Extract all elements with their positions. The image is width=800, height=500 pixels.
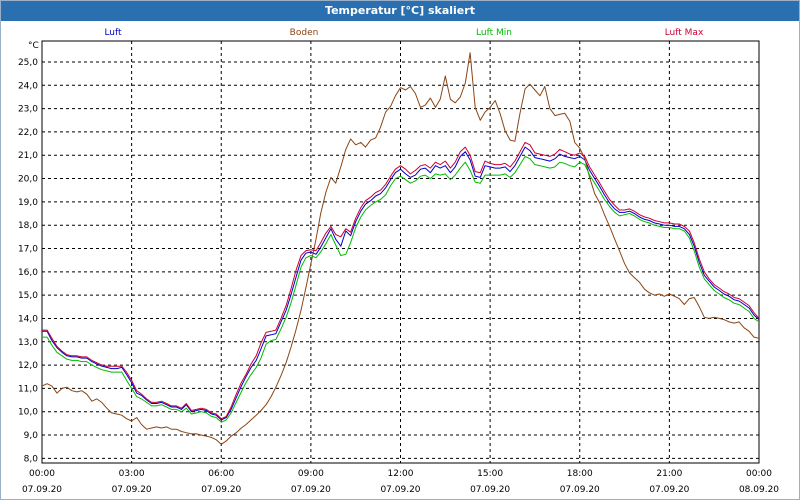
x-tick-time-label: 00:00 xyxy=(29,469,55,479)
y-tick-label: 20,0 xyxy=(18,175,38,185)
x-tick-date-label: 07.09.20 xyxy=(380,485,420,495)
grid-lines xyxy=(41,41,760,463)
x-tick-date-label: 08.09.20 xyxy=(739,485,779,495)
x-tick-date-label: 07.09.20 xyxy=(291,485,331,495)
legend-entry-boden: Boden xyxy=(290,28,319,38)
legend-entry-luft: Luft xyxy=(104,28,122,38)
y-tick-label: 12,0 xyxy=(18,361,38,371)
y-tick-label: 16,0 xyxy=(18,268,38,278)
y-tick-label: 18,0 xyxy=(18,221,38,231)
x-tick-date-label: 07.09.20 xyxy=(201,485,241,495)
y-tick-label: 10,0 xyxy=(18,408,38,418)
x-tick-time-label: 06:00 xyxy=(208,469,234,479)
legend: Luft Boden Luft Min Luft Max xyxy=(104,28,704,38)
x-tick-date-label: 07.09.20 xyxy=(470,485,510,495)
x-tick-time-label: 03:00 xyxy=(119,469,145,479)
y-tick-label: 22,0 xyxy=(18,128,38,138)
y-tick-label: 25,0 xyxy=(18,58,38,68)
chart-window: Temperatur [°C] skaliert 8,0 9,0 10,0 11,0 1… xyxy=(0,0,800,500)
y-tick-label: 9,0 xyxy=(24,431,39,441)
x-tick-date-label: 07.09.20 xyxy=(112,485,152,495)
x-tick-time-label: 21:00 xyxy=(656,469,682,479)
x-tick-time-label: 18:00 xyxy=(567,469,593,479)
temperature-chart: 8,0 9,0 10,0 11,0 12,0 13,0 14,0 15,0 16,0 17,0 18… xyxy=(18,28,779,495)
legend-entry-luft-max: Luft Max xyxy=(665,28,704,38)
y-tick-label: 19,0 xyxy=(18,198,38,208)
y-tick-label: 21,0 xyxy=(18,151,38,161)
x-tick-time-label: 00:00 xyxy=(746,469,772,479)
legend-entry-luft-min: Luft Min xyxy=(476,28,512,38)
y-tick-label: 23,0 xyxy=(18,105,38,115)
x-tick-time-label: 15:00 xyxy=(477,469,503,479)
y-axis-ticks: 8,0 9,0 10,0 11,0 12,0 13,0 14,0 15,0 16,0 17,0 18… xyxy=(18,58,38,464)
y-tick-label: 13,0 xyxy=(18,338,38,348)
x-axis-ticks: 00:00 07.09.20 03:00 07.09.20 06:00 07.09.20 0… xyxy=(22,469,779,495)
y-axis-unit-label: °C xyxy=(28,41,39,51)
x-tick-time-label: 09:00 xyxy=(298,469,324,479)
y-tick-label: 11,0 xyxy=(18,384,38,394)
x-tick-date-label: 07.09.20 xyxy=(649,485,689,495)
y-tick-label: 15,0 xyxy=(18,291,38,301)
y-tick-label: 8,0 xyxy=(24,454,39,464)
x-tick-time-label: 12:00 xyxy=(388,469,414,479)
y-tick-label: 17,0 xyxy=(18,245,38,255)
y-tick-label: 24,0 xyxy=(18,81,38,91)
y-tick-label: 14,0 xyxy=(18,314,38,324)
x-tick-date-label: 07.09.20 xyxy=(560,485,600,495)
x-tick-date-label: 07.09.20 xyxy=(22,485,62,495)
